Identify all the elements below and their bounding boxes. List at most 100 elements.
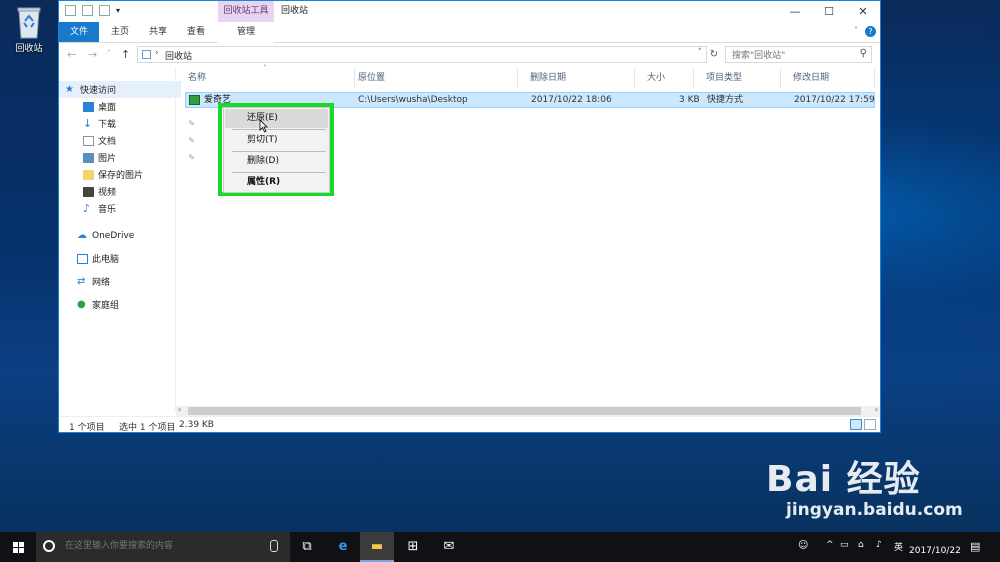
close-button[interactable]: ✕ [846,1,880,22]
watermark-site: jingyan.baidu.com [786,500,963,520]
cell-item-type: 快捷方式 [707,95,744,105]
folder-icon [83,169,94,180]
large-icons-view-icon[interactable] [864,419,876,430]
nav-onedrive[interactable]: ☁ OneDrive [59,227,193,244]
column-date-deleted[interactable]: 删除日期 [518,68,635,88]
back-arrow-icon[interactable]: ← [67,48,76,61]
search-box[interactable]: ⚲ [725,46,872,64]
desktop-recycle-bin[interactable]: 回收站 [8,5,50,54]
show-hidden-icons-icon[interactable]: ^ [826,540,834,550]
windows-logo-icon [19,542,24,547]
edge-browser-icon[interactable]: e [326,532,360,562]
tab-home[interactable]: 主页 [103,22,137,42]
store-icon[interactable]: ⊞ [396,532,430,562]
ribbon-expand-icon[interactable]: ˅ [854,26,858,35]
column-original-location[interactable]: 原位置 [346,68,518,88]
menu-item-cut[interactable]: 剪切(T) [225,131,328,150]
scroll-right-icon[interactable]: › [875,405,878,414]
tab-share[interactable]: 共享 [141,22,175,42]
taskbar-search[interactable] [36,532,290,562]
mail-icon[interactable]: ✉ [432,532,466,562]
help-icon[interactable]: ? [865,26,876,37]
address-bar-row: ← → ˅ ↑ › 回收站 ˅ ↻ ⚲ [59,43,880,67]
nav-label: 网络 [92,278,111,288]
network-icon: ⇄ [77,275,86,287]
address-box[interactable]: › 回收站 ˅ [137,46,707,63]
recycle-bin-tools-label: 回收站工具 [218,1,274,22]
notifications-icon[interactable]: ▤ [970,540,980,553]
pictures-icon [83,152,94,163]
volume-icon[interactable]: ♪ [876,540,882,550]
maximize-button[interactable]: ☐ [812,1,846,22]
nav-label: 桌面 [98,103,117,113]
recycle-bin-label: 回收站 [15,44,43,54]
tab-view[interactable]: 查看 [179,22,213,42]
column-date-modified[interactable]: 修改日期 [781,68,875,88]
menu-item-delete[interactable]: 删除(D) [225,152,328,171]
document-icon [83,135,94,146]
cell-date-deleted: 2017/10/22 18:06 [531,95,612,105]
scrollbar-thumb[interactable] [188,407,861,415]
ime-indicator[interactable]: 英 [894,540,903,553]
nav-label: 家庭组 [92,301,120,311]
recycle-bin-address-icon [142,50,151,59]
music-icon: ♪ [83,201,91,215]
nav-quick-access[interactable]: ★ 快速访问 [59,81,181,98]
nav-label: OneDrive [92,230,135,241]
menu-separator [232,129,326,130]
microphone-icon[interactable] [270,540,278,552]
nav-network[interactable]: ⇄ 网络 [59,273,193,290]
taskbar-search-input[interactable] [63,540,257,552]
qa-dropdown-icon[interactable]: ▾ [116,6,120,15]
status-bar: 1 个项目 选中 1 个项目 2.39 KB [59,416,880,434]
file-explorer-icon[interactable]: ▬ [360,532,394,562]
details-view-icon[interactable] [850,419,862,430]
menu-item-restore[interactable]: 还原(E) [225,109,328,128]
taskbar: ⧉ e ▬ ⊞ ✉ ☺ ^ ▭ ⌂ ♪ 英 2017/10/22 ▤ [0,532,1000,562]
sort-ascending-icon: ˄ [263,64,267,73]
search-icon[interactable]: ⚲ [860,48,867,59]
refresh-icon[interactable]: ↻ [707,46,721,63]
people-icon[interactable]: ☺ [798,540,808,551]
clock-date[interactable]: 2017/10/22 [909,546,961,556]
forward-arrow-icon[interactable]: → [88,48,97,61]
horizontal-scrollbar[interactable]: ‹ › [176,405,880,416]
status-selected: 选中 1 个项目 [119,423,176,433]
context-menu: 还原(E) 剪切(T) 删除(D) 属性(R) [223,107,330,193]
window-title: 回收站 [281,6,309,16]
scroll-left-icon[interactable]: ‹ [178,405,181,414]
cortana-icon[interactable] [43,540,55,552]
task-view-icon[interactable]: ⧉ [290,532,324,562]
navigation-pane: ★ 快速访问 桌面 ✎ ↓ 下载 ✎ 文档 ✎ 图片 ✎ 保存的图片 [59,68,195,411]
breadcrumb-chevron-icon[interactable]: › [155,48,159,58]
breadcrumb-location[interactable]: 回收站 [165,49,192,62]
tab-manage[interactable]: 管理 [218,22,274,44]
new-folder-qa-icon[interactable] [99,5,110,16]
start-button[interactable] [0,532,36,562]
mouse-cursor-icon [259,119,268,133]
network-tray-icon[interactable]: ⌂ [858,540,864,550]
battery-icon[interactable]: ▭ [840,540,849,550]
tab-file[interactable]: 文件 [59,22,99,42]
windows-logo-icon [13,548,18,553]
nav-label: 下载 [98,120,117,130]
title-bar[interactable]: ▾ 回收站工具 回收站 — ☐ ✕ [59,1,880,22]
nav-label: 保存的图片 [98,171,144,181]
minimize-button[interactable]: — [778,1,812,22]
nav-homegroup[interactable]: ● 家庭组 [59,296,193,313]
address-dropdown-icon[interactable]: ˅ [698,48,703,58]
recent-locations-icon[interactable]: ˅ [107,49,111,58]
recycle-bin-icon [17,7,41,39]
status-size: 2.39 KB [179,420,214,430]
up-arrow-icon[interactable]: ↑ [121,48,130,61]
windows-logo-icon [19,548,24,553]
menu-item-properties[interactable]: 属性(R) [225,173,328,192]
recycle-bin-small-icon [65,5,76,16]
watermark-brand: Bai 经验 [766,459,921,500]
ribbon-tabs: 文件 主页 共享 查看 管理 ˅ ? [59,22,880,44]
search-input[interactable] [730,48,854,64]
nav-this-pc[interactable]: 此电脑 [59,250,193,267]
column-size[interactable]: 大小 [635,68,694,88]
column-item-type[interactable]: 项目类型 [694,68,781,88]
properties-qa-icon[interactable] [82,5,93,16]
